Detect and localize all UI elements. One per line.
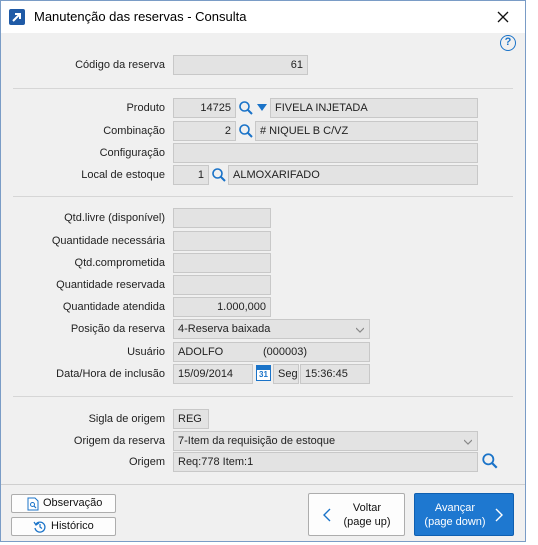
posicao-reserva-select[interactable]: 4-Reserva baixada [173,319,370,339]
chevron-down-icon [356,327,364,333]
qtd-atendida-label: Quantidade atendida [62,301,165,313]
hora-field[interactable]: 15:36:45 [300,364,370,384]
combinacao-code-field[interactable]: 2 [173,121,236,141]
qtd-comprometida-field[interactable] [173,253,271,273]
qtd-necessaria-label: Quantidade necessária [51,235,165,247]
weekday-field[interactable]: Seg [273,364,299,384]
title-bar: Manutenção das reservas - Consulta [1,1,525,33]
chevron-left-icon [323,508,331,522]
chevron-down-icon [464,439,472,445]
separator [13,196,513,197]
usuario-code: (000003) [263,346,308,358]
local-estoque-name-field[interactable]: ALMOXARIFADO [228,165,478,185]
voltar-line2: (page up) [343,516,391,528]
separator [13,88,513,89]
separator [13,396,513,397]
combinacao-name-field[interactable]: # NIQUEL B C/VZ [255,121,478,141]
origem-reserva-value: 7-Item da requisição de estoque [178,435,336,447]
app-icon [9,9,25,25]
qtd-livre-field[interactable] [173,208,271,228]
local-estoque-label: Local de estoque [81,169,165,181]
footer-separator [1,484,525,485]
qtd-reservada-field[interactable] [173,275,271,295]
document-search-icon [27,497,39,511]
produto-code-field[interactable]: 14725 [173,98,236,118]
chevron-right-icon [495,508,503,522]
window-title: Manutenção das reservas - Consulta [34,9,247,24]
origem-field[interactable]: Req:778 Item:1 [173,452,478,472]
observacao-button[interactable]: Observação [11,494,116,513]
local-estoque-search-icon[interactable] [211,167,227,183]
produto-label: Produto [126,102,165,114]
calendar-icon[interactable]: 31 [256,365,271,381]
produto-search-icon[interactable] [238,100,254,116]
origem-reserva-label: Origem da reserva [73,435,165,447]
qtd-reservada-label: Quantidade reservada [56,279,165,291]
configuracao-label: Configuração [99,147,165,159]
voltar-line1: Voltar [352,502,382,514]
usuario-name: ADOLFO [178,346,224,358]
posicao-reserva-label: Posição da reserva [70,323,165,335]
codigo-reserva-label: Código da reserva [75,59,165,71]
combinacao-search-icon[interactable] [238,123,254,139]
close-button[interactable] [481,1,525,33]
avancar-text: Avançar (page down) [419,501,491,529]
observacao-label: Observação [43,497,103,509]
dialog-window: Manutenção das reservas - Consulta ? Cód… [0,0,526,542]
avancar-line1: Avançar [434,502,476,514]
combinacao-label: Combinação [103,125,165,137]
qtd-comprometida-label: Qtd.comprometida [74,257,165,269]
usuario-field[interactable]: ADOLFO (000003) [173,342,370,362]
avancar-button[interactable]: Avançar (page down) [414,493,514,536]
codigo-reserva-field[interactable]: 61 [173,55,308,75]
close-icon [497,11,509,23]
calendar-day: 31 [259,370,268,379]
origem-label: Origem [128,456,165,468]
qtd-livre-label: Qtd.livre (disponível) [64,212,165,224]
qtd-atendida-field[interactable]: 1.000,000 [173,297,271,317]
produto-dropdown-icon[interactable] [257,104,267,112]
usuario-label: Usuário [127,346,165,358]
origem-reserva-select[interactable]: 7-Item da requisição de estoque [173,431,478,451]
data-field[interactable]: 15/09/2014 [173,364,253,384]
sigla-origem-field[interactable]: REG [173,409,209,429]
help-icon[interactable]: ? [500,35,516,51]
sigla-origem-label: Sigla de origem [88,413,165,425]
qtd-necessaria-field[interactable] [173,231,271,251]
voltar-button[interactable]: Voltar (page up) [308,493,405,536]
history-icon [33,521,46,533]
produto-name-field[interactable]: FIVELA INJETADA [270,98,478,118]
posicao-reserva-value: 4-Reserva baixada [178,323,271,335]
historico-label: Histórico [51,520,94,532]
origem-search-icon[interactable] [481,452,499,470]
historico-button[interactable]: Histórico [11,517,116,536]
local-estoque-code-field[interactable]: 1 [173,165,209,185]
avancar-line2: (page down) [424,516,486,528]
configuracao-field[interactable] [173,143,478,163]
datahora-label: Data/Hora de inclusão [56,368,165,380]
voltar-text: Voltar (page up) [337,501,397,529]
